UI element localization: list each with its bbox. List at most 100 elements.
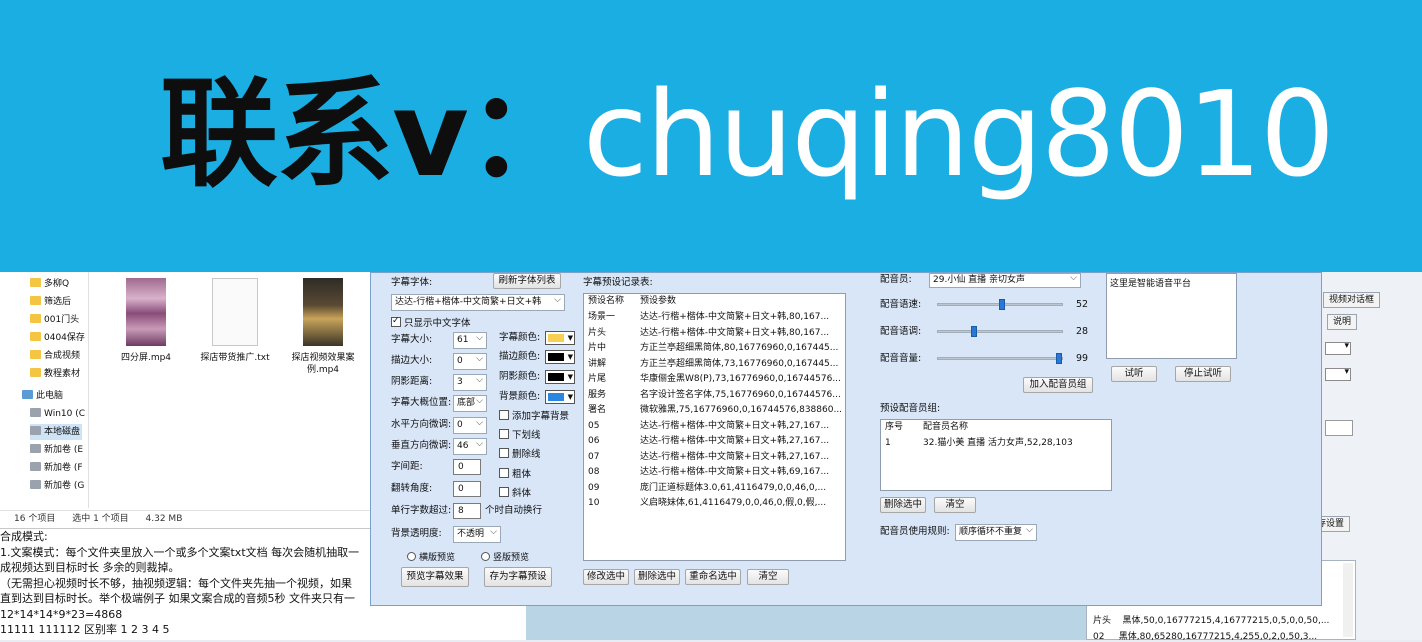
slider-thumb[interactable] — [999, 299, 1006, 310]
add-to-group-button[interactable]: 加入配音员组 — [1023, 377, 1093, 393]
preset-row[interactable]: 片头 达达-行楷+楷体-中文简繁+日文+韩,80,167... — [588, 326, 829, 342]
save-preset-button[interactable]: 存为字幕预设 — [484, 567, 552, 587]
preset-row[interactable]: 片尾 华康俪金黑W8(P),73,16776960,0,16744576... — [588, 372, 841, 388]
slider-thumb[interactable] — [1055, 353, 1062, 364]
volume-slider[interactable] — [937, 353, 1063, 364]
position-select[interactable]: 底部 — [453, 395, 487, 412]
preset-params: 义启晓妹体,61,4116479,0,0,46,0,假,0,假,... — [640, 498, 827, 508]
group-list-row[interactable]: 1 32.猫小美 直播 活力女声,52,28,103 — [885, 436, 1073, 452]
refresh-fonts-button[interactable]: 刷新字体列表 — [493, 273, 561, 289]
nav-item[interactable]: 多柳Q — [30, 276, 69, 292]
nav-item[interactable]: Win10 (C — [30, 406, 85, 422]
edit-selected-button[interactable]: 修改选中 — [583, 569, 629, 585]
preset-row[interactable]: 06 达达-行楷+楷体-中文简繁+日文+韩,27,167... — [588, 434, 829, 450]
pitch-value: 28 — [1076, 326, 1089, 337]
listen-button[interactable]: 试听 — [1111, 366, 1157, 382]
preset-params: 达达-行楷+楷体-中文简繁+日文+韩,80,167... — [640, 312, 830, 322]
color-dropdown[interactable] — [1325, 341, 1351, 355]
preset-row[interactable]: 05 达达-行楷+楷体-中文简繁+日文+韩,27,167... — [588, 419, 829, 435]
file-item[interactable]: 探店带货推广.txt — [195, 278, 275, 364]
nav-item[interactable]: 筛选后 — [30, 294, 71, 310]
only-chinese-checkbox[interactable]: 只显示中文字体 — [391, 315, 471, 330]
value-field[interactable] — [1325, 420, 1353, 436]
checkbox-icon — [499, 487, 509, 497]
speed-slider[interactable] — [937, 299, 1063, 310]
banner-prefix: 联系v： — [160, 65, 585, 203]
color-swatch — [548, 353, 564, 361]
nav-item[interactable]: 新加卷 (F — [30, 460, 83, 476]
slider-thumb[interactable] — [970, 326, 977, 337]
preset-row[interactable]: 讲解 方正兰亭超细黑简体,73,16776960,0,167445... — [588, 357, 838, 373]
preset-row[interactable]: 场景一 达达-行楷+楷体-中文简繁+日文+韩,80,167... — [588, 310, 829, 326]
background-color-picker[interactable]: ▼ — [545, 390, 575, 404]
file-item[interactable]: 四分屏.mp4 — [106, 278, 186, 364]
shadow-color-picker[interactable]: ▼ — [545, 370, 575, 384]
preset-row[interactable]: 09 庞门正道标题体3.0,61,4116479,0,0,46,0,... — [588, 481, 826, 497]
shadow-distance-select[interactable]: 3 — [453, 374, 487, 391]
explain-button[interactable]: 说明 — [1327, 314, 1358, 330]
preset-row[interactable]: 08 达达-行楷+楷体-中文简繁+日文+韩,69,167... — [588, 465, 829, 481]
preset-params: 华康俪金黑W8(P),73,16776960,0,16744576... — [640, 374, 841, 384]
clear-presets-button[interactable]: 清空 — [747, 569, 789, 585]
nav-item[interactable]: 教程素材 — [30, 366, 80, 382]
nav-item-this-pc[interactable]: 此电脑 — [22, 388, 63, 404]
preview-button[interactable]: 预览字幕效果 — [401, 567, 469, 587]
bold-checkbox[interactable]: 粗体 — [499, 468, 531, 481]
size-select[interactable]: 61 — [453, 332, 487, 349]
pitch-slider[interactable] — [937, 326, 1063, 337]
table-row[interactable]: 02 黑体,80,65280,16777215,4,255,0,2,0,50,3… — [1093, 629, 1317, 642]
drive-icon — [30, 480, 41, 489]
delete-group-member-button[interactable]: 删除选中 — [880, 497, 926, 513]
rename-selected-button[interactable]: 重命名选中 — [685, 569, 741, 585]
folder-icon — [30, 332, 41, 341]
strikethrough-checkbox[interactable]: 删除线 — [499, 448, 541, 461]
sample-text-input[interactable]: 这里是智能语音平台 — [1106, 273, 1237, 359]
dropdown-arrow-icon: ▼ — [567, 353, 573, 361]
spacing-input[interactable]: 0 — [453, 459, 481, 475]
preset-row[interactable]: 服务 名字设计签名字体,75,16776960,0,16744576... — [588, 388, 841, 404]
preset-list[interactable]: 预设名称 预设参数 场景一 达达-行楷+楷体-中文简繁+日文+韩,80,167...… — [583, 293, 846, 561]
preset-row[interactable]: 署名 微软雅黑,75,16776960,0,16744576,838860... — [588, 403, 842, 419]
nav-item[interactable]: 本地磁盘 — [30, 424, 82, 440]
delete-selected-button[interactable]: 删除选中 — [634, 569, 680, 585]
preset-row[interactable]: 10 义启晓妹体,61,4116479,0,0,46,0,假,0,假,... — [588, 496, 826, 512]
file-item[interactable]: 探店视频效果案例.mp4 — [283, 278, 363, 376]
nav-item[interactable]: 新加卷 (G — [30, 478, 84, 494]
v-offset-select[interactable]: 46 — [453, 438, 487, 455]
clear-group-button[interactable]: 清空 — [934, 497, 976, 513]
text-color-picker[interactable]: ▼ — [545, 331, 575, 345]
stroke-color-picker[interactable]: ▼ — [545, 350, 575, 364]
opacity-select[interactable]: 不透明 — [453, 526, 501, 543]
vertical-preview-radio[interactable]: 竖版预览 — [481, 550, 529, 563]
preset-row[interactable]: 片中 方正兰亭超细黑简体,80,16776960,0,167445... — [588, 341, 838, 357]
dropdown-arrow-icon: ▼ — [567, 373, 573, 381]
add-background-checkbox[interactable]: 添加字幕背景 — [499, 410, 569, 423]
subtitle-settings-dialog: 字幕字体: 刷新字体列表 达达-行楷+楷体-中文简繁+日文+韩 只显示中文字体 … — [370, 272, 1322, 606]
nav-item[interactable]: 新加卷 (E — [30, 442, 83, 458]
video-frame-button[interactable]: 视频对话框 — [1323, 292, 1381, 308]
font-select[interactable]: 达达-行楷+楷体-中文简繁+日文+韩 — [391, 294, 565, 311]
stroke-size-select[interactable]: 0 — [453, 353, 487, 370]
horizontal-preview-radio[interactable]: 横版预览 — [407, 550, 455, 563]
text-file-icon — [212, 278, 258, 346]
wrap-input[interactable]: 8 — [453, 503, 481, 519]
nav-item[interactable]: 0404保存 — [30, 330, 85, 346]
voice-group-list[interactable]: 序号 配音员名称 1 32.猫小美 直播 活力女声,52,28,103 — [880, 419, 1112, 491]
underline-checkbox[interactable]: 下划线 — [499, 429, 541, 442]
color-dropdown[interactable] — [1325, 367, 1351, 381]
opacity-label: 背景透明度: — [391, 528, 442, 539]
rule-select[interactable]: 顺序循环不重复 — [955, 524, 1037, 541]
scrollbar[interactable] — [1343, 563, 1353, 637]
file-explorer: 多柳Q 筛选后 001门头 0404保存 合成视频 教程素材 此电脑 Win10… — [0, 272, 372, 528]
nav-item[interactable]: 合成视频 — [30, 348, 80, 364]
h-offset-select[interactable]: 0 — [453, 417, 487, 434]
rotate-input[interactable]: 0 — [453, 481, 481, 497]
voice-actor-select[interactable]: 29.小仙 直播 亲切女声 — [929, 273, 1081, 288]
preset-row[interactable]: 07 达达-行楷+楷体-中文简繁+日文+韩,27,167... — [588, 450, 829, 466]
nav-item[interactable]: 001门头 — [30, 312, 79, 328]
text-color-label: 字幕颜色: — [499, 332, 541, 343]
table-row[interactable]: 片头 黑体,50,0,16777215,4,16777215,0,5,0,0,5… — [1093, 613, 1329, 626]
italic-checkbox[interactable]: 斜体 — [499, 487, 531, 500]
stop-listen-button[interactable]: 停止试听 — [1175, 366, 1231, 382]
checkbox-icon — [499, 410, 509, 420]
